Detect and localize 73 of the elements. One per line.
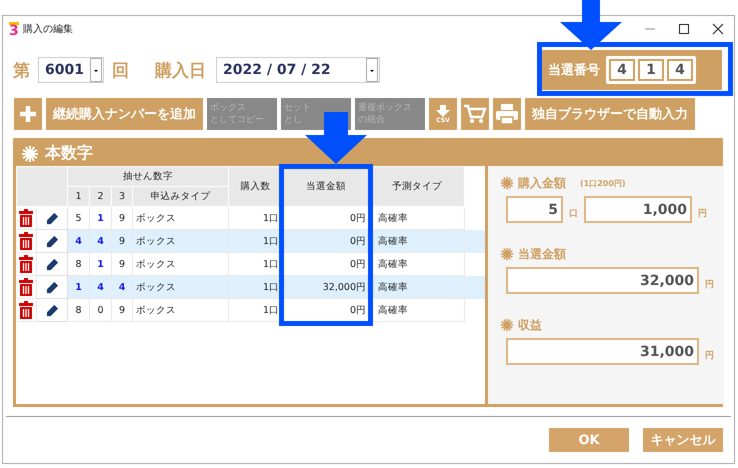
arrow-annotation [560, 0, 622, 50]
printer-icon [495, 103, 519, 125]
digit-cell: 9 [112, 230, 132, 252]
unit-label: 口 [569, 208, 578, 220]
digit-cell: 8 [68, 298, 90, 322]
pencil-icon[interactable] [46, 280, 58, 294]
pencil-icon[interactable] [46, 304, 58, 316]
column-header: 抽せん数字 [68, 166, 228, 186]
winning-digit: 4 [609, 59, 635, 81]
trash-icon[interactable] [18, 301, 34, 319]
table-cell: 0円 [282, 230, 370, 252]
date-dropdown[interactable]: 2022 / 07 / 22 [216, 57, 380, 83]
table-cell: 0円 [282, 298, 370, 322]
winning-number-label: 当選番号 [547, 62, 601, 79]
close-icon[interactable] [712, 23, 724, 35]
sunburst-icon [21, 144, 39, 162]
draw-suffix: 回 [112, 60, 129, 82]
digit-cell: 1 [68, 276, 90, 298]
trash-icon[interactable] [18, 209, 34, 227]
panel-title: 本数字 [45, 143, 93, 164]
arrow-annotation [305, 112, 367, 164]
digit-cell: 9 [112, 298, 132, 322]
winnings-field[interactable]: 32,000 [506, 267, 699, 294]
sunburst-icon [500, 176, 514, 190]
caret-icon [366, 58, 378, 82]
trash-icon[interactable] [18, 255, 34, 273]
trash-icon[interactable] [18, 232, 34, 250]
winnings-label: 当選金額 [518, 246, 566, 262]
pencil-icon[interactable] [46, 258, 58, 270]
profit-label: 収益 [518, 316, 542, 334]
price-note: (1口200円) [580, 178, 626, 188]
download-icon [436, 104, 450, 116]
plus-icon [18, 104, 38, 124]
date-label: 購入日 [155, 60, 206, 82]
unit-label: 円 [705, 350, 714, 362]
purchase-amount-label: 購入金額 [518, 174, 566, 192]
column-header: 3 [112, 186, 132, 206]
table-cell: 1口 [228, 298, 282, 322]
toolbar-button[interactable]: 継続購入ナンバーを追加 [46, 98, 203, 130]
digit-cell: 4 [68, 230, 90, 252]
digit-cell: 0 [90, 298, 112, 322]
toolbar-button[interactable]: 独自ブラウザーで自動入力 [525, 98, 695, 130]
column-header: 1 [68, 186, 90, 206]
winning-digit: 4 [667, 59, 693, 81]
table-cell: ボックス [132, 298, 228, 322]
digit-cell: 4 [112, 276, 132, 298]
pencil-icon[interactable] [46, 234, 58, 248]
table-cell: 32,000円 [282, 276, 370, 298]
trash-icon[interactable] [18, 278, 34, 296]
sunburst-icon [500, 318, 514, 332]
sunburst-icon [500, 247, 514, 261]
winning-digit: 1 [638, 59, 664, 81]
caret-icon [90, 58, 102, 82]
maximize-icon[interactable] [678, 23, 690, 35]
profit-field[interactable]: 31,000 [506, 338, 699, 365]
table-cell: 高確率 [370, 298, 464, 322]
unit-label: 円 [698, 208, 707, 220]
column-header: 2 [90, 186, 112, 206]
window-title: 購入の編集 [22, 22, 73, 36]
units-field[interactable]: 5 [506, 196, 563, 223]
amount-field[interactable]: 1,000 [584, 196, 692, 223]
dialog-button[interactable]: キャンセル [643, 428, 723, 452]
column-header: 申込みタイプ [132, 186, 228, 206]
dialog-button[interactable]: OK [549, 428, 629, 452]
pencil-icon[interactable] [46, 212, 58, 224]
table-cell: ボックス [132, 276, 228, 298]
digit-cell: 4 [90, 276, 112, 298]
table-cell: ボックス [132, 230, 228, 252]
digit-cell: 4 [90, 230, 112, 252]
unit-label: 円 [705, 278, 714, 291]
draw-number-dropdown[interactable]: 6001 [38, 57, 104, 83]
cart-icon [463, 103, 487, 125]
draw-prefix: 第 [13, 60, 30, 82]
